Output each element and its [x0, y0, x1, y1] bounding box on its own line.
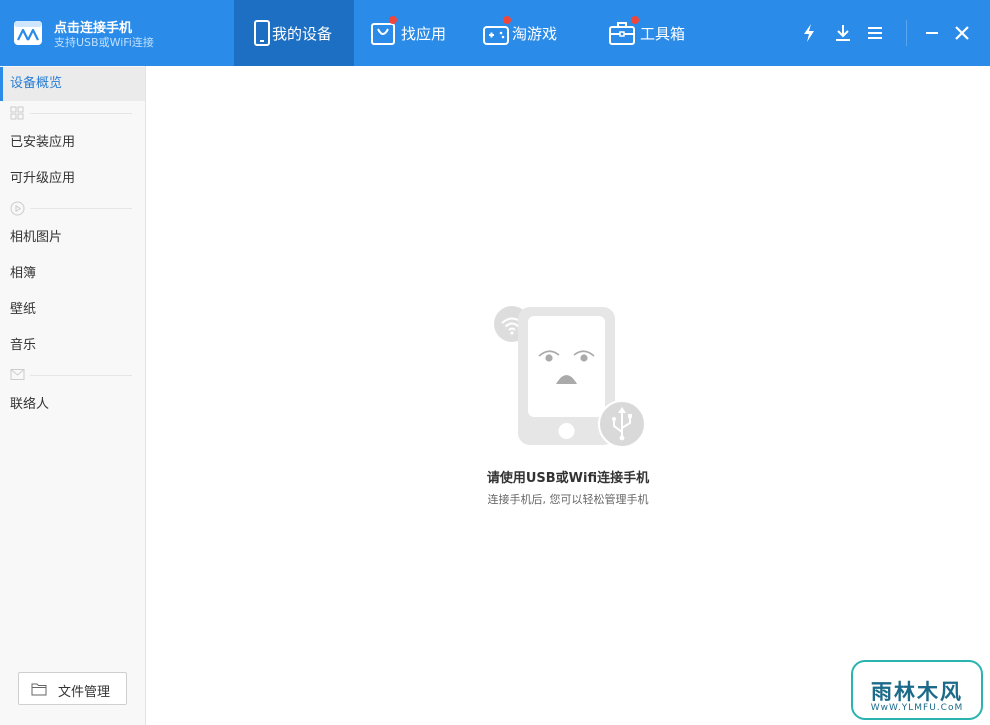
- menu-icon[interactable]: [863, 21, 887, 45]
- tab-games[interactable]: 淘游戏: [472, 0, 582, 66]
- sidebar-item-device-overview[interactable]: 设备概览: [0, 67, 145, 101]
- media-play-icon: [10, 201, 25, 216]
- notification-badge: [503, 16, 511, 24]
- tab-find-apps[interactable]: 找应用: [360, 0, 464, 66]
- watermark-url: WwW.YLMFU.CoM: [870, 703, 964, 713]
- tab-label: 我的设备: [272, 25, 333, 43]
- sidebar-group-apps: [10, 106, 132, 120]
- close-icon[interactable]: [950, 21, 974, 45]
- top-bar: 点击连接手机 支持USB或WiFi连接 我的设备 找应用 淘游戏 工具箱: [0, 0, 990, 66]
- tab-toolbox[interactable]: 工具箱: [598, 0, 708, 66]
- apps-grid-icon: [10, 106, 24, 120]
- tab-label: 找应用: [401, 25, 447, 43]
- tab-label: 工具箱: [640, 25, 686, 43]
- sidebar-group-contacts: [10, 368, 132, 382]
- minimize-icon[interactable]: [920, 21, 944, 45]
- phone-link-logo-icon: [14, 21, 42, 45]
- tab-my-device[interactable]: 我的设备: [234, 0, 354, 66]
- watermark-text: 雨林木风: [871, 679, 963, 704]
- tab-label: 淘游戏: [512, 25, 558, 43]
- sidebar-item-wallpaper[interactable]: 壁纸: [0, 293, 145, 327]
- sidebar-item-albums[interactable]: 相簿: [0, 257, 145, 291]
- sidebar-group-media: [10, 201, 132, 216]
- connect-phone-brand[interactable]: 点击连接手机 支持USB或WiFi连接: [0, 0, 234, 66]
- mail-icon: [10, 369, 25, 380]
- connect-prompt-subtitle: 连接手机后, 您可以轻松管理手机: [487, 493, 649, 506]
- notification-badge: [631, 16, 639, 24]
- sidebar-item-camera-photos[interactable]: 相机图片: [0, 221, 145, 255]
- sidebar-item-installed-apps[interactable]: 已安装应用: [0, 126, 145, 160]
- usb-icon: [598, 400, 646, 448]
- file-manager-label: 文件管理: [58, 685, 111, 700]
- folder-icon: [31, 683, 47, 696]
- flash-icon[interactable]: [797, 21, 821, 45]
- sidebar-item-contacts[interactable]: 联络人: [0, 388, 145, 422]
- disconnected-phone-illustration: [494, 306, 646, 448]
- app-subtitle: 支持USB或WiFi连接: [54, 36, 154, 49]
- ylmf-watermark-logo: 雨林木风 WwW.YLMFU.CoM: [851, 660, 983, 720]
- sidebar-item-upgradable-apps[interactable]: 可升级应用: [0, 162, 145, 196]
- download-icon[interactable]: [831, 21, 855, 45]
- notification-badge: [389, 16, 397, 24]
- controls-divider: [906, 20, 907, 46]
- main-content: 请使用USB或Wifi连接手机 连接手机后, 您可以轻松管理手机: [146, 66, 990, 725]
- sidebar: 设备概览 已安装应用 可升级应用 相机图片 相簿 壁纸 音乐 联络人 文件管理: [0, 66, 146, 725]
- connect-prompt-title: 请使用USB或Wifi连接手机: [486, 471, 650, 486]
- sidebar-item-music[interactable]: 音乐: [0, 329, 145, 363]
- file-manager-button[interactable]: 文件管理: [18, 672, 127, 705]
